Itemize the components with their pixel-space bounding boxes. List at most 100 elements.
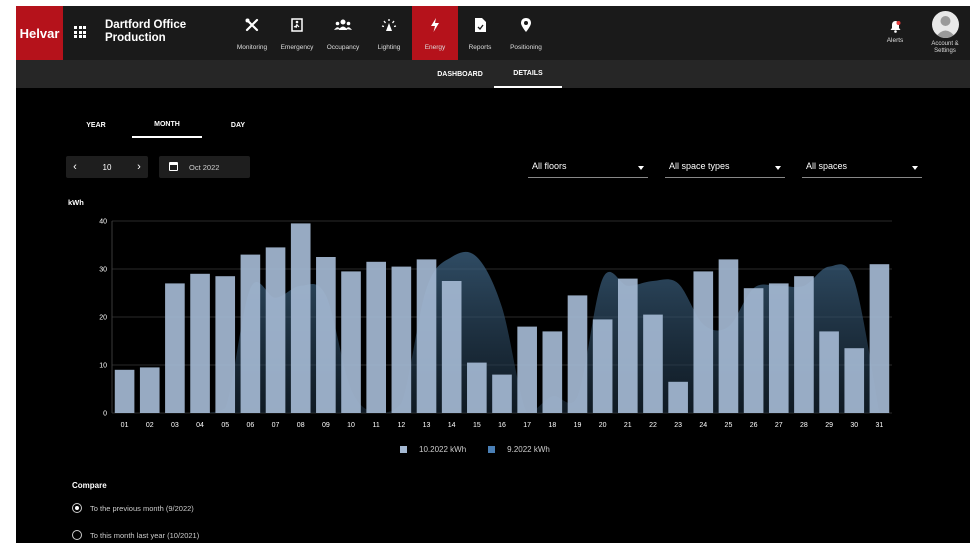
x-tick-label: 31 <box>876 422 884 429</box>
bar-27 <box>768 283 789 413</box>
bar-23 <box>668 381 688 413</box>
nav-energy[interactable]: Energy <box>412 6 458 60</box>
radio-button[interactable] <box>72 530 82 540</box>
lightning-icon <box>412 16 458 34</box>
emergency-exit-icon <box>274 16 320 34</box>
account-label-line1: Account & <box>931 41 959 47</box>
nav-occupancy[interactable]: Occupancy <box>320 6 366 60</box>
site-title[interactable]: Dartford Office Production <box>105 19 186 45</box>
x-tick-label: 14 <box>448 422 456 429</box>
radio-button-selected[interactable] <box>72 503 82 513</box>
bar-22 <box>643 314 663 413</box>
bar-06 <box>240 254 261 413</box>
x-tick-label: 04 <box>196 422 204 429</box>
bar-10 <box>341 271 361 413</box>
caret-down-icon <box>912 166 918 170</box>
y-tick-label: 10 <box>99 363 107 370</box>
x-tick-label: 28 <box>800 422 808 429</box>
x-tick-label: 19 <box>574 422 582 429</box>
nav-reports[interactable]: Reports <box>457 6 503 60</box>
sub-tab-bar: DASHBOARD DETAILS <box>16 60 970 88</box>
y-tick-label: 40 <box>99 219 107 226</box>
bar-12 <box>391 266 412 413</box>
calendar-icon <box>169 162 178 171</box>
light-icon <box>366 16 412 34</box>
nav-positioning[interactable]: Positioning <box>503 6 549 60</box>
bar-09 <box>316 257 336 413</box>
tab-dashboard[interactable]: DASHBOARD <box>430 60 490 88</box>
bell-icon <box>890 20 901 33</box>
bar-11 <box>366 261 387 413</box>
x-tick-label: 26 <box>750 422 758 429</box>
compare-option-previous-month[interactable]: To the previous month (9/2022) <box>72 502 194 514</box>
bar-29 <box>819 331 839 413</box>
top-navigation-bar: Helvar Dartford Office Production Monito… <box>16 6 970 60</box>
date-picker[interactable]: Oct 2022 <box>159 156 250 178</box>
bar-24 <box>693 271 714 413</box>
bar-02 <box>139 367 160 413</box>
helvar-logo[interactable]: Helvar <box>16 6 63 60</box>
legend-swatch <box>488 445 496 453</box>
x-tick-label: 27 <box>775 422 783 429</box>
nav-lighting[interactable]: Lighting <box>366 6 412 60</box>
legend-item-previous[interactable]: 9.2022 kWh <box>488 445 550 454</box>
bar-20 <box>592 319 613 413</box>
bar-17 <box>517 326 537 413</box>
bar-28 <box>794 276 814 413</box>
space-types-dropdown[interactable]: All space types <box>665 158 785 178</box>
bar-01 <box>114 369 135 413</box>
x-tick-label: 01 <box>121 422 129 429</box>
x-tick-label: 18 <box>548 422 556 429</box>
bar-25 <box>718 259 739 413</box>
compare-option-last-year[interactable]: To this month last year (10/2021) <box>72 529 199 541</box>
tab-day[interactable]: DAY <box>218 112 258 138</box>
legend-swatch <box>400 445 407 453</box>
bar-15 <box>467 362 487 413</box>
site-title-line1: Dartford Office <box>105 19 187 31</box>
bar-03 <box>165 283 185 413</box>
account-settings-label[interactable]: Account & Settings <box>922 41 968 55</box>
bar-30 <box>844 348 865 413</box>
bar-26 <box>743 288 764 413</box>
x-tick-label: 03 <box>171 422 179 429</box>
nav-emergency[interactable]: Emergency <box>274 6 320 60</box>
tab-year[interactable]: YEAR <box>76 112 116 138</box>
bar-07 <box>265 247 286 413</box>
spaces-dropdown[interactable]: All spaces <box>802 158 922 178</box>
x-tick-label: 13 <box>423 422 431 429</box>
tab-month[interactable]: MONTH <box>132 112 202 138</box>
caret-down-icon <box>775 166 781 170</box>
chevron-left-icon[interactable]: ‹ <box>66 156 84 178</box>
spaces-dropdown-value: All spaces <box>806 161 848 171</box>
account-avatar-icon[interactable] <box>932 11 959 38</box>
floors-dropdown[interactable]: All floors <box>528 158 648 178</box>
space-types-dropdown-value: All space types <box>669 161 730 171</box>
x-tick-label: 25 <box>725 422 733 429</box>
legend-item-current[interactable]: 10.2022 kWh <box>400 445 466 454</box>
people-icon <box>320 16 366 34</box>
month-stepper: ‹ 10 › <box>66 156 148 178</box>
nav-label: Positioning <box>510 44 542 51</box>
bar-13 <box>416 259 437 413</box>
tab-details[interactable]: DETAILS <box>494 60 562 88</box>
x-tick-label: 09 <box>322 422 330 429</box>
bar-04 <box>190 273 210 413</box>
nav-monitoring[interactable]: Monitoring <box>229 6 275 60</box>
account-label-line2: Settings <box>934 48 956 54</box>
x-tick-label: 07 <box>272 422 280 429</box>
x-tick-label: 21 <box>624 422 632 429</box>
chevron-right-icon[interactable]: › <box>130 156 148 178</box>
apps-grid-icon[interactable] <box>74 26 86 38</box>
chart-legend: 10.2022 kWh 9.2022 kWh <box>400 443 572 455</box>
x-tick-label: 08 <box>297 422 305 429</box>
bar-18 <box>542 331 563 413</box>
x-tick-label: 02 <box>146 422 154 429</box>
x-tick-label: 22 <box>649 422 657 429</box>
alerts-button[interactable]: Alerts <box>882 6 908 60</box>
stepper-value[interactable]: 10 <box>84 156 130 178</box>
y-tick-label: 30 <box>99 267 107 274</box>
bar-31 <box>869 264 890 413</box>
x-tick-label: 10 <box>347 422 355 429</box>
report-icon <box>457 16 503 34</box>
bar-19 <box>567 295 588 413</box>
